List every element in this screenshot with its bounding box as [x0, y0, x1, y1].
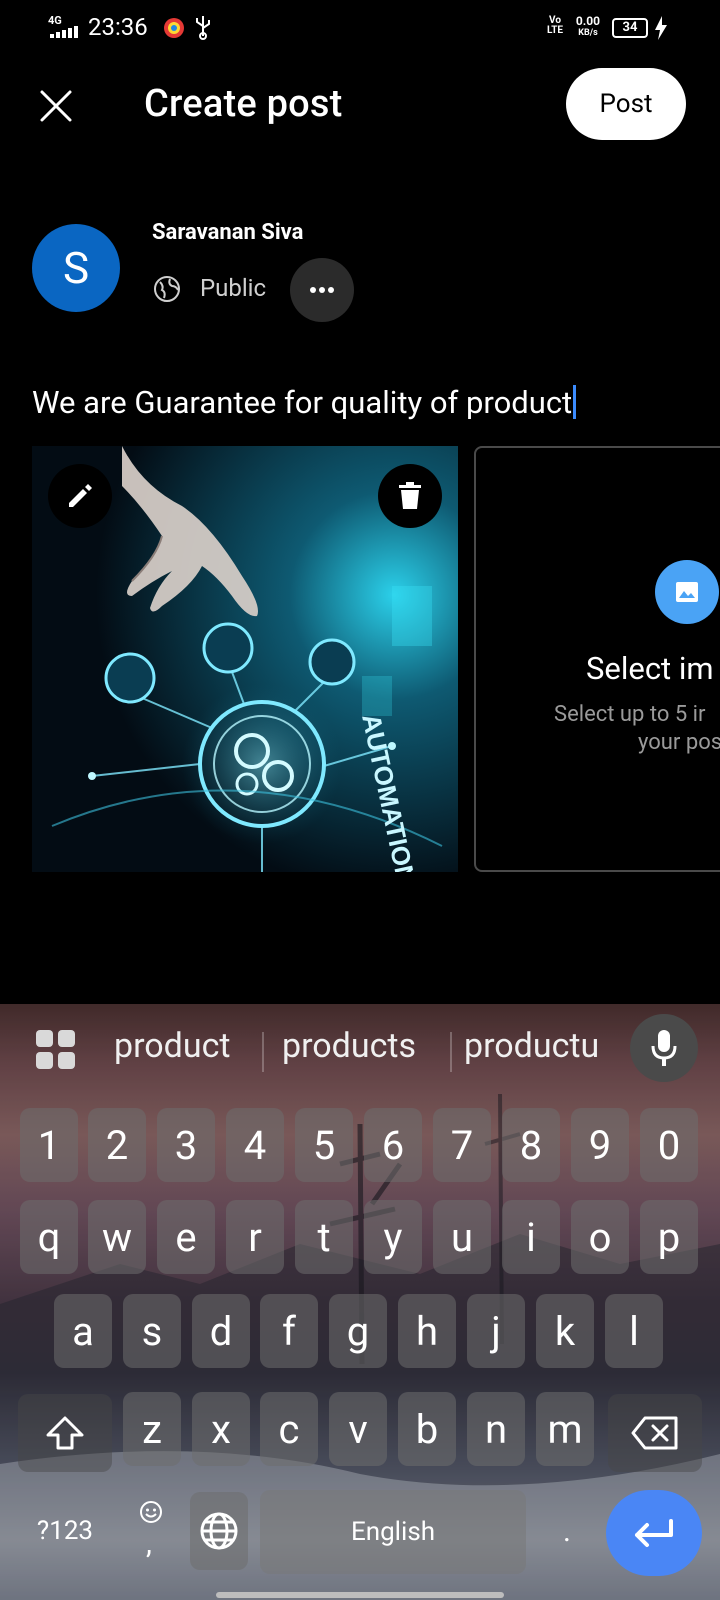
key-q[interactable]: q	[20, 1200, 78, 1274]
shift-icon	[46, 1416, 84, 1450]
net-speed-unit: KB/s	[578, 28, 598, 38]
key-b[interactable]: b	[398, 1392, 456, 1466]
microphone-icon	[651, 1030, 677, 1066]
apps-grid-icon[interactable]	[34, 1028, 78, 1072]
post-button[interactable]: Post	[566, 68, 686, 140]
language-key[interactable]	[190, 1492, 248, 1570]
trash-icon	[399, 482, 421, 509]
post-text-value: We are Guarantee for quality of product	[32, 384, 573, 421]
author-name: Saravanan Siva	[152, 220, 304, 245]
key-j[interactable]: j	[467, 1294, 525, 1368]
key-z[interactable]: z	[123, 1392, 181, 1466]
key-e[interactable]: e	[157, 1200, 215, 1274]
comma-label: ,	[146, 1526, 152, 1561]
key-l[interactable]: l	[605, 1294, 663, 1368]
close-button[interactable]	[30, 80, 82, 132]
globe-icon	[200, 1512, 238, 1550]
key-w[interactable]: w	[88, 1200, 146, 1274]
enter-key[interactable]	[606, 1490, 702, 1576]
key-s[interactable]: s	[123, 1294, 181, 1368]
key-a[interactable]: a	[54, 1294, 112, 1368]
key-p[interactable]: p	[640, 1200, 698, 1274]
select-images-title: Select im	[586, 650, 714, 687]
suggestion-1[interactable]: product	[114, 1026, 231, 1066]
select-image-button[interactable]	[655, 560, 719, 624]
key-6[interactable]: 6	[364, 1108, 422, 1182]
shift-key[interactable]	[18, 1394, 112, 1472]
gesture-nav-bar[interactable]	[216, 1592, 504, 1598]
key-c[interactable]: c	[260, 1392, 318, 1466]
text-caret	[573, 385, 577, 419]
key-n[interactable]: n	[467, 1392, 525, 1466]
battery-icon: 34	[612, 18, 648, 38]
edit-image-button[interactable]	[48, 464, 112, 528]
select-images-subtitle-2: your pos	[638, 730, 720, 755]
more-options-button[interactable]	[290, 258, 354, 322]
emoji-comma-key[interactable]: ,	[122, 1492, 180, 1570]
key-u[interactable]: u	[433, 1200, 491, 1274]
charging-icon	[655, 16, 667, 40]
volte-indicator: Vo LTE	[546, 15, 564, 36]
key-x[interactable]: x	[192, 1392, 250, 1466]
post-text-input[interactable]: We are Guarantee for quality of product	[32, 384, 577, 421]
usb-icon	[196, 16, 210, 40]
clock: 23:36	[88, 13, 148, 41]
key-0[interactable]: 0	[640, 1108, 698, 1182]
period-key[interactable]: .	[538, 1492, 596, 1570]
backspace-key[interactable]	[608, 1394, 702, 1472]
suggestion-3[interactable]: productu	[464, 1026, 599, 1066]
suggestion-2[interactable]: products	[282, 1026, 416, 1066]
globe-icon	[154, 276, 180, 302]
suggestion-divider	[262, 1032, 264, 1072]
key-3[interactable]: 3	[157, 1108, 215, 1182]
voice-input-button[interactable]	[630, 1014, 698, 1082]
key-8[interactable]: 8	[502, 1108, 560, 1182]
image-icon	[676, 582, 698, 602]
avatar[interactable]: S	[32, 224, 120, 312]
symbols-key[interactable]: ?123	[18, 1492, 112, 1570]
suggestion-divider	[450, 1032, 452, 1072]
key-v[interactable]: v	[329, 1392, 387, 1466]
key-o[interactable]: o	[571, 1200, 629, 1274]
key-k[interactable]: k	[536, 1294, 594, 1368]
net-speed-value: 0.00	[575, 14, 601, 28]
backspace-icon	[631, 1416, 678, 1450]
key-5[interactable]: 5	[295, 1108, 353, 1182]
key-g[interactable]: g	[329, 1294, 387, 1368]
app-notification-icon	[164, 18, 184, 38]
key-1[interactable]: 1	[20, 1108, 78, 1182]
key-i[interactable]: i	[502, 1200, 560, 1274]
key-r[interactable]: r	[226, 1200, 284, 1274]
key-h[interactable]: h	[398, 1294, 456, 1368]
key-4[interactable]: 4	[226, 1108, 284, 1182]
visibility-label[interactable]: Public	[200, 274, 266, 302]
key-2[interactable]: 2	[88, 1108, 146, 1182]
pencil-icon	[69, 484, 92, 507]
page-title: Create post	[144, 82, 343, 126]
key-t[interactable]: t	[295, 1200, 353, 1274]
close-icon	[40, 90, 72, 122]
select-images-subtitle-1: Select up to 5 ir	[554, 702, 706, 727]
enter-icon	[635, 1519, 673, 1547]
key-f[interactable]: f	[260, 1294, 318, 1368]
key-y[interactable]: y	[364, 1200, 422, 1274]
status-bar: 4G 23:36 Vo LTE 0.00 KB/s 34	[0, 0, 720, 56]
key-7[interactable]: 7	[433, 1108, 491, 1182]
emoji-icon	[140, 1501, 162, 1523]
space-bar[interactable]: English	[260, 1490, 526, 1574]
key-9[interactable]: 9	[571, 1108, 629, 1182]
key-m[interactable]: m	[536, 1392, 594, 1466]
key-d[interactable]: d	[192, 1294, 250, 1368]
more-icon	[310, 287, 334, 293]
delete-image-button[interactable]	[378, 464, 442, 528]
signal-icon	[50, 26, 78, 38]
